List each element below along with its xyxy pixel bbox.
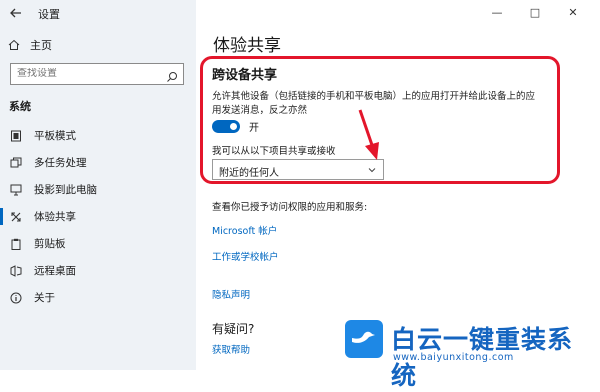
info-icon bbox=[10, 292, 22, 304]
bird-logo-icon bbox=[345, 320, 383, 358]
remote-desktop-icon bbox=[10, 264, 22, 277]
project-icon bbox=[10, 184, 22, 196]
permissions-text: 查看你已授予访问权限的应用和服务: bbox=[212, 202, 368, 213]
titlebar: 设置 bbox=[0, 0, 196, 26]
main-content: 体验共享 跨设备共享 允许其他设备（包括链接的手机和平板电脑）上的应用打开并给此… bbox=[196, 0, 600, 370]
sidebar-item-tablet-mode[interactable]: 平板模式 bbox=[0, 122, 196, 149]
dropdown-value: 附近的任何人 bbox=[219, 168, 279, 179]
section-title: 跨设备共享 bbox=[212, 68, 278, 83]
receive-label: 我可以从以下项目共享或接收 bbox=[212, 146, 336, 157]
microsoft-account-link[interactable]: Microsoft 帐户 bbox=[212, 223, 277, 237]
clipboard-icon bbox=[10, 238, 22, 250]
sidebar-item-label: 多任务处理 bbox=[34, 157, 87, 169]
question-title: 有疑问? bbox=[212, 322, 255, 336]
help-link[interactable]: 获取帮助 bbox=[212, 342, 250, 356]
share-icon bbox=[10, 211, 22, 223]
sidebar-item-label: 关于 bbox=[34, 292, 55, 304]
sidebar-item-about[interactable]: 关于 bbox=[0, 284, 196, 311]
sidebar-item-label: 远程桌面 bbox=[34, 265, 76, 277]
search-input[interactable] bbox=[17, 68, 157, 79]
back-icon[interactable] bbox=[8, 5, 24, 21]
sidebar-item-label: 剪贴板 bbox=[34, 238, 66, 250]
sidebar-item-project[interactable]: 投影到此电脑 bbox=[0, 176, 196, 203]
home-icon bbox=[8, 39, 20, 51]
search-box[interactable] bbox=[10, 63, 184, 85]
sidebar-item-shared-experiences[interactable]: 体验共享 bbox=[0, 203, 196, 230]
home-label: 主页 bbox=[30, 39, 52, 52]
sidebar-nav: 平板模式 多任务处理 投影到此电脑 体验共享 剪贴板 远程桌面 关于 bbox=[0, 122, 196, 311]
sidebar-item-clipboard[interactable]: 剪贴板 bbox=[0, 230, 196, 257]
sidebar-item-label: 投影到此电脑 bbox=[34, 184, 97, 196]
home-link[interactable]: 主页 bbox=[8, 37, 52, 53]
multitask-icon bbox=[10, 157, 22, 169]
share-toggle[interactable] bbox=[212, 120, 240, 133]
page-title: 体验共享 bbox=[213, 36, 281, 56]
watermark: 白云一键重装系统 www.baiyunxitong.com bbox=[345, 318, 595, 390]
tablet-icon bbox=[10, 130, 22, 142]
sidebar-section-title: 系统 bbox=[9, 100, 31, 113]
chevron-down-icon bbox=[367, 165, 377, 178]
toggle-knob bbox=[230, 123, 237, 130]
app-title: 设置 bbox=[38, 8, 60, 21]
search-icon[interactable] bbox=[166, 68, 178, 87]
privacy-link[interactable]: 隐私声明 bbox=[212, 287, 250, 301]
sidebar-item-label: 体验共享 bbox=[34, 211, 76, 223]
watermark-url: www.baiyunxitong.com bbox=[393, 352, 514, 363]
annotation-arrow bbox=[358, 109, 379, 160]
sidebar-item-label: 平板模式 bbox=[34, 130, 76, 142]
sidebar: 设置 主页 系统 平板模式 多任务处理 投 bbox=[0, 0, 196, 370]
sidebar-item-multitasking[interactable]: 多任务处理 bbox=[0, 149, 196, 176]
toggle-label: 开 bbox=[249, 123, 259, 134]
work-account-link[interactable]: 工作或学校帐户 bbox=[212, 249, 279, 263]
sidebar-item-remote-desktop[interactable]: 远程桌面 bbox=[0, 257, 196, 284]
